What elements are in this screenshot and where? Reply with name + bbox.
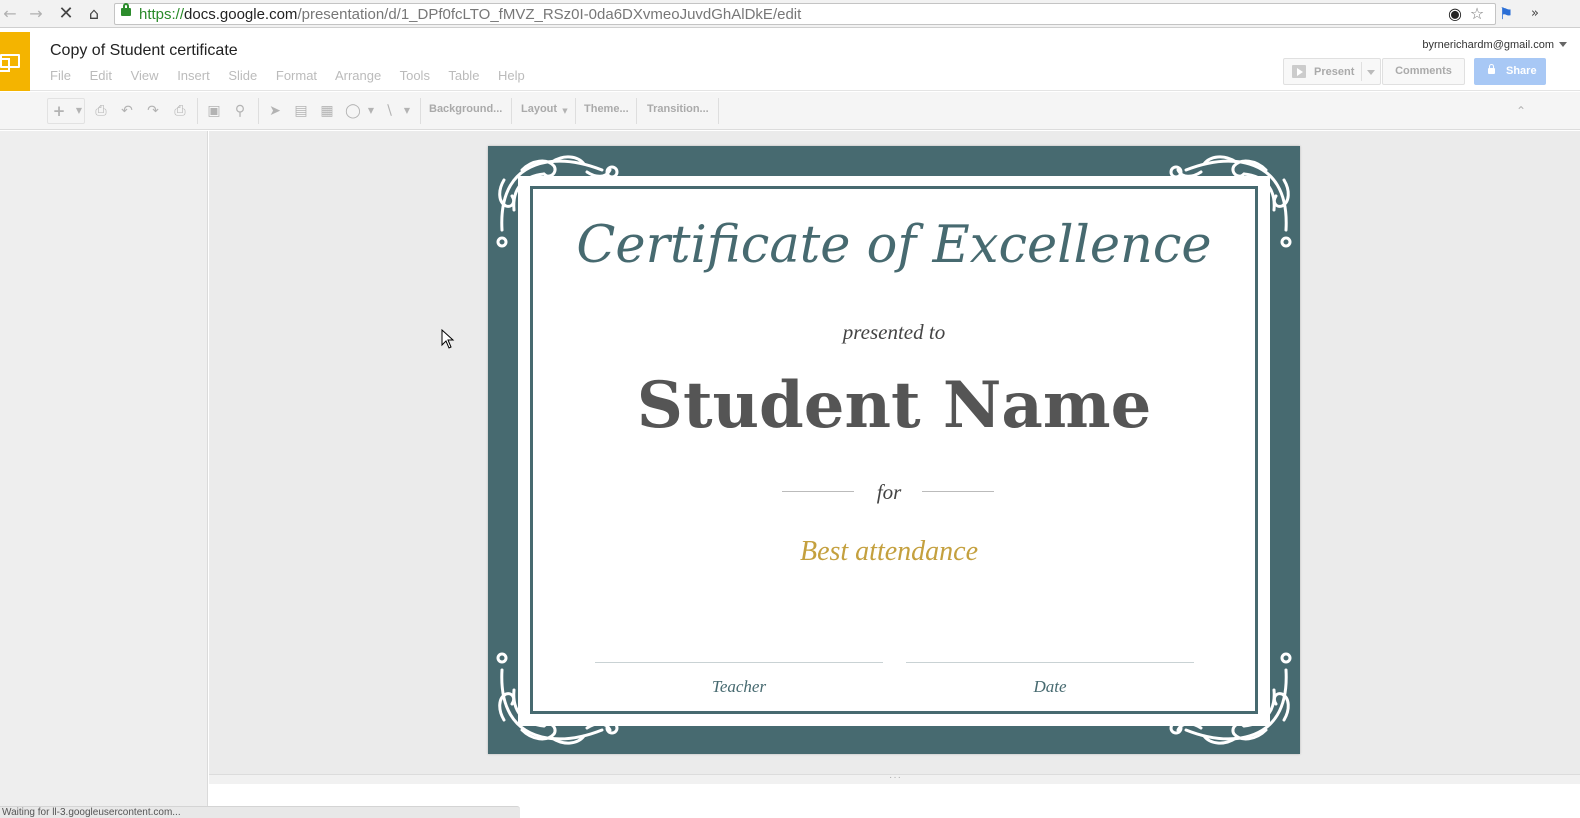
toolbar-divider <box>258 98 259 124</box>
url-text: https://docs.google.com/presentation/d/1… <box>139 6 802 23</box>
menu-format[interactable]: Format <box>276 68 317 83</box>
present-label: Present <box>1314 66 1355 78</box>
zoom-icon[interactable]: ⚲ <box>231 102 249 120</box>
line-dropdown-icon[interactable]: ▼ <box>398 102 416 120</box>
date-signature-line <box>906 662 1194 663</box>
menu-view[interactable]: View <box>131 68 159 83</box>
undo-icon[interactable]: ↶ <box>118 102 136 120</box>
menu-insert[interactable]: Insert <box>177 68 210 83</box>
extension-camera-icon[interactable]: ◉ <box>1446 5 1464 23</box>
stop-loading-icon[interactable]: ✕ <box>56 4 76 24</box>
toolbar-divider <box>197 98 198 124</box>
redo-icon[interactable]: ↷ <box>144 102 162 120</box>
share-label: Share <box>1506 65 1537 77</box>
teacher-label[interactable]: Teacher <box>595 677 883 697</box>
layout-dropdown-icon[interactable]: ▼ <box>556 102 574 120</box>
collapse-toolbar-icon[interactable]: ⌃ <box>1512 102 1530 120</box>
back-arrow-icon[interactable]: ← <box>0 4 20 24</box>
share-lock-icon <box>1488 64 1495 74</box>
award-text[interactable]: Best attendance <box>488 536 1290 568</box>
print-icon[interactable]: ⎙ <box>92 102 110 120</box>
select-pointer-icon[interactable]: ➤ <box>266 102 284 120</box>
play-icon <box>1292 65 1306 78</box>
extension-megaphone-icon[interactable]: ⚑ <box>1497 5 1515 23</box>
menu-help[interactable]: Help <box>498 68 525 83</box>
browser-status-bar: Waiting for ll-3.googleusercontent.com..… <box>0 806 520 818</box>
paint-format-icon[interactable]: ⎙ <box>171 102 189 120</box>
browser-toolbar: ← → ✕ ⌂ https://docs.google.com/presenta… <box>0 0 1580 28</box>
toolbar-divider <box>420 98 421 124</box>
present-button[interactable]: Present <box>1283 58 1381 85</box>
account-dropdown-icon[interactable] <box>1559 42 1567 47</box>
forward-arrow-icon[interactable]: → <box>26 4 46 24</box>
fit-zoom-icon[interactable]: ▣ <box>205 102 223 120</box>
home-icon[interactable]: ⌂ <box>84 4 104 24</box>
address-bar[interactable]: https://docs.google.com/presentation/d/1… <box>114 3 1496 25</box>
shape-icon[interactable]: ◯ <box>344 102 362 120</box>
toolbar-divider <box>511 98 512 124</box>
toolbar-divider <box>718 98 719 124</box>
toolbar-divider <box>575 98 576 124</box>
document-title[interactable]: Copy of Student certificate <box>50 42 238 60</box>
menu-bar: File Edit View Insert Slide Format Arran… <box>50 68 540 83</box>
slide-filmstrip[interactable] <box>0 131 208 818</box>
date-label[interactable]: Date <box>906 677 1194 697</box>
slide[interactable]: Certificate of Excellence presented to S… <box>488 146 1300 754</box>
editing-toolbar: + ▼ ⎙ ↶ ↷ ⎙ ▣ ⚲ ➤ ▤ ▦ ◯ ▼ ∖ ▼ Background… <box>0 92 1580 130</box>
background-button[interactable]: Background... <box>429 103 502 115</box>
notes-resize-handle[interactable]: ··· <box>209 772 1580 784</box>
transition-button[interactable]: Transition... <box>647 103 709 115</box>
shape-dropdown-icon[interactable]: ▼ <box>362 102 380 120</box>
student-name-text[interactable]: Student Name <box>488 368 1300 443</box>
present-dropdown-icon[interactable] <box>1367 70 1375 75</box>
comments-button[interactable]: Comments <box>1382 58 1465 85</box>
menu-slide[interactable]: Slide <box>228 68 257 83</box>
image-icon[interactable]: ▦ <box>318 102 336 120</box>
presented-to-text[interactable]: presented to <box>488 320 1300 345</box>
more-extensions-icon[interactable]: » <box>1526 5 1544 23</box>
app-header: Copy of Student certificate File Edit Vi… <box>0 28 1580 91</box>
for-text[interactable]: for <box>488 480 1290 505</box>
new-slide-dropdown-icon[interactable]: ▼ <box>70 102 88 120</box>
teacher-signature-line <box>595 662 883 663</box>
menu-edit[interactable]: Edit <box>90 68 112 83</box>
mouse-cursor-icon <box>441 329 455 349</box>
slides-logo-icon[interactable] <box>0 32 30 91</box>
plus-icon: + <box>52 102 66 120</box>
menu-arrange[interactable]: Arrange <box>335 68 381 83</box>
drag-handle-icon: ··· <box>889 772 902 783</box>
share-button[interactable]: Share <box>1474 58 1546 85</box>
line-icon[interactable]: ∖ <box>380 102 398 120</box>
toolbar-divider <box>636 98 637 124</box>
present-divider <box>1361 62 1362 81</box>
account-email[interactable]: byrnerichardm@gmail.com <box>1422 39 1554 51</box>
bookmark-star-icon[interactable]: ☆ <box>1468 5 1486 23</box>
secure-lock-icon <box>121 3 131 16</box>
certificate-title[interactable]: Certificate of Excellence <box>488 216 1300 275</box>
menu-table[interactable]: Table <box>448 68 479 83</box>
menu-tools[interactable]: Tools <box>400 68 430 83</box>
layout-button[interactable]: Layout <box>521 103 557 115</box>
theme-button[interactable]: Theme... <box>584 103 629 115</box>
text-box-icon[interactable]: ▤ <box>292 102 310 120</box>
menu-file[interactable]: File <box>50 68 71 83</box>
